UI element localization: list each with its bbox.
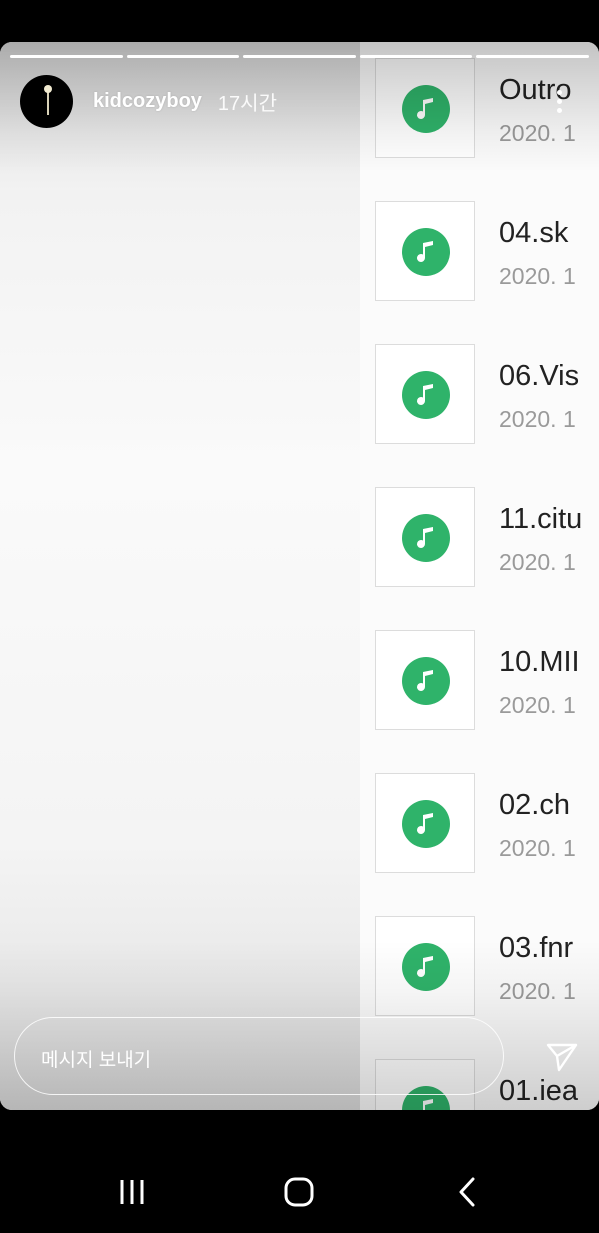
avatar[interactable] <box>20 74 73 128</box>
home-icon[interactable] <box>279 1172 319 1212</box>
file-name: 04.sk <box>499 217 569 249</box>
message-placeholder: 메시지 보내기 <box>41 1050 152 1071</box>
file-date: 2020. 1 <box>499 978 576 1004</box>
file-name: 06.Vis <box>499 360 580 392</box>
file-date: 2020. 1 <box>499 263 576 289</box>
file-thumbnail <box>375 344 475 444</box>
progress-segment <box>359 55 473 58</box>
file-row[interactable]: 02.ch 2020. 1 <box>375 773 599 873</box>
music-note-icon <box>402 800 450 848</box>
story-view[interactable]: Outro 2020. 1 04.sk 2020. 1 06.Vis 2020. 1 11.… <box>0 42 599 1110</box>
timestamp: 17시간 <box>217 92 277 115</box>
username[interactable]: kidcozyboy <box>93 90 202 113</box>
music-note-icon <box>402 943 450 991</box>
file-row[interactable]: 11.citu 2020. 1 <box>375 487 599 587</box>
back-icon[interactable] <box>447 1172 487 1212</box>
music-note-icon <box>402 657 450 705</box>
story-header: kidcozyboy 17시간 <box>20 74 579 128</box>
music-note-icon <box>402 228 450 276</box>
file-date: 2020. 1 <box>499 549 576 575</box>
story-progress-bar <box>10 55 589 58</box>
file-thumbnail <box>375 487 475 587</box>
file-name: 03.fnr <box>499 932 574 964</box>
file-name: 02.ch <box>499 789 570 821</box>
message-input[interactable]: 메시지 보내기 <box>14 1017 504 1095</box>
progress-segment <box>10 55 123 58</box>
file-row[interactable]: 06.Vis 2020. 1 <box>375 344 599 444</box>
avatar-bulb <box>44 84 52 93</box>
file-thumbnail <box>375 773 475 873</box>
system-navigation-bar <box>0 1110 599 1233</box>
music-note-icon <box>402 371 450 419</box>
file-date: 2020. 1 <box>499 406 576 432</box>
file-row[interactable]: 10.MII 2020. 1 <box>375 630 599 730</box>
recents-icon[interactable] <box>112 1172 152 1212</box>
file-list: Outro 2020. 1 04.sk 2020. 1 06.Vis 2020. 1 11.… <box>0 42 599 1110</box>
file-row[interactable]: 03.fnr 2020. 1 <box>375 916 599 1016</box>
file-date: 2020. 1 <box>499 835 576 861</box>
file-name: 11.citu <box>499 503 583 535</box>
file-date: 2020. 1 <box>499 692 576 718</box>
music-note-icon <box>402 514 450 562</box>
file-row[interactable]: 04.sk 2020. 1 <box>375 201 599 301</box>
file-name: 01.iea <box>499 1075 579 1107</box>
progress-segment <box>243 55 356 58</box>
send-icon[interactable] <box>545 1040 579 1074</box>
file-name: 10.MII <box>499 646 580 678</box>
file-thumbnail <box>375 201 475 301</box>
progress-segment <box>126 55 240 58</box>
more-vertical-icon[interactable] <box>555 90 563 116</box>
file-thumbnail <box>375 630 475 730</box>
file-thumbnail <box>375 916 475 1016</box>
progress-segment <box>476 55 589 58</box>
